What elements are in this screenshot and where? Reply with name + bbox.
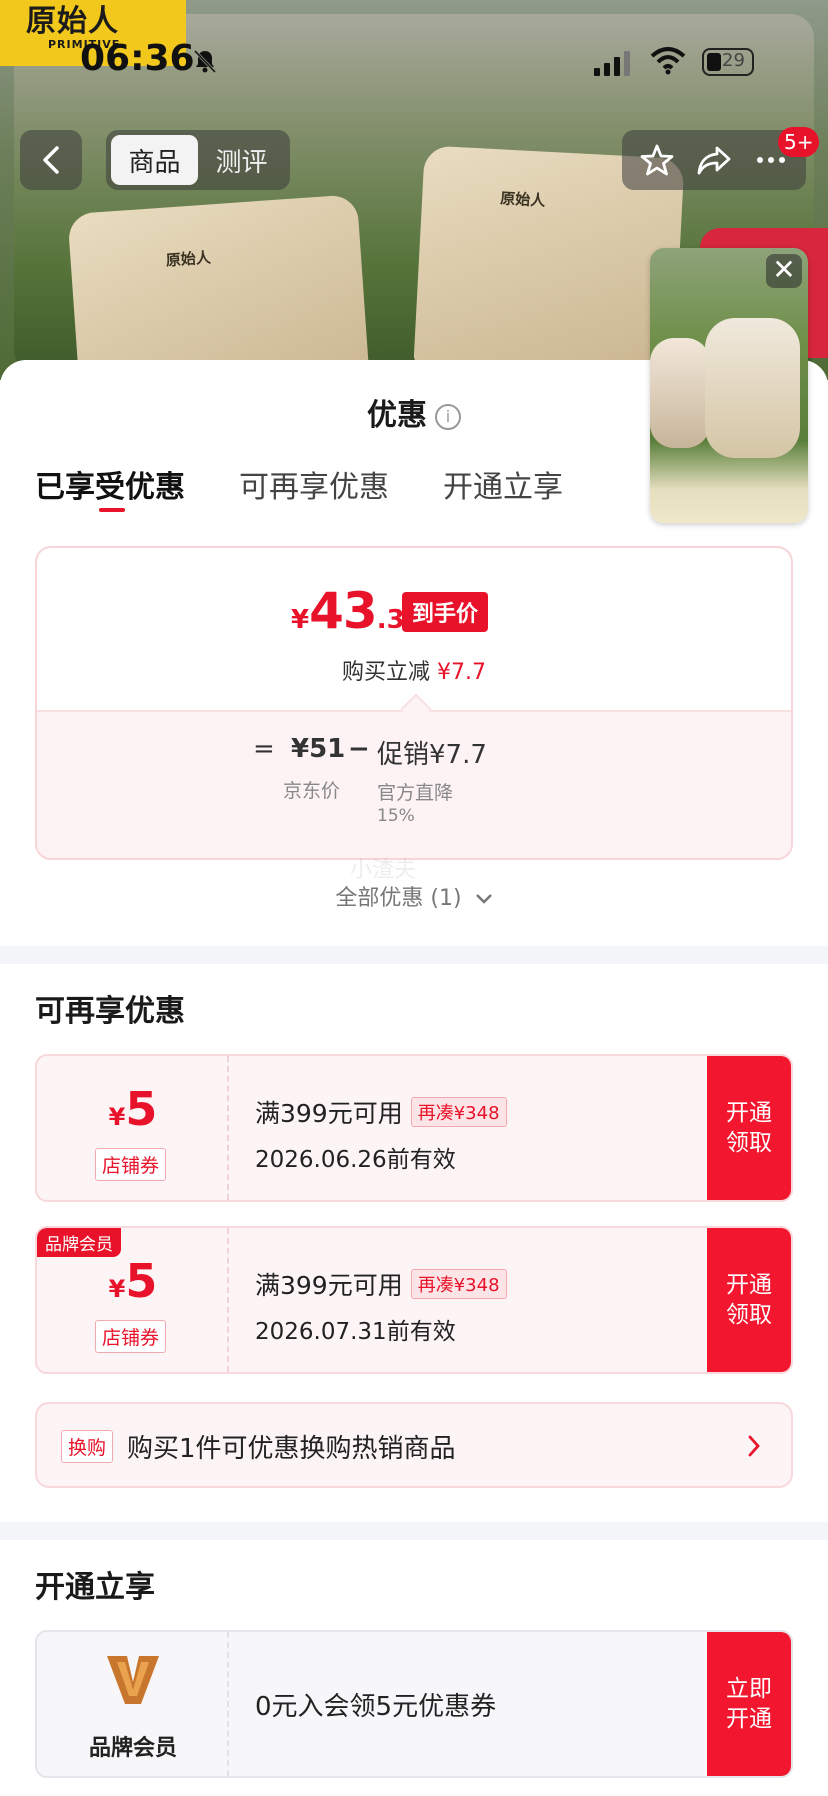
reduction-value: ¥7.7 xyxy=(437,660,486,685)
close-icon[interactable]: ✕ xyxy=(766,254,802,288)
chair-brand-mark: 原始人 xyxy=(499,189,546,210)
brand-member-v-icon xyxy=(107,1656,159,1704)
offers-sheet: 优惠 i 已享受优惠 可再享优惠 开通立享 ¥43.3 到手价 购买立减 ¥7.7… xyxy=(0,360,828,1796)
price-top: ¥43.3 到手价 购买立减 ¥7.7 xyxy=(37,548,791,708)
coupon-card: ¥5 店铺券 满399元可用 再凑¥348 2026.06.26前有效 开通领取 xyxy=(35,1054,793,1202)
coupon-more-needed: 再凑¥348 xyxy=(410,1097,507,1127)
offer-tabs: 已享受优惠 可再享优惠 开通立享 xyxy=(35,462,563,512)
chevron-left-icon xyxy=(43,146,59,174)
coupon-validity: 2026.07.31前有效 xyxy=(255,1319,456,1345)
section-divider xyxy=(0,946,828,964)
chevron-right-icon xyxy=(748,1435,760,1457)
coupon-amount: ¥5 xyxy=(37,1254,229,1308)
chair-brand-mark: 原始人 xyxy=(165,248,212,270)
coupon-kind: 店铺券 xyxy=(95,1320,167,1353)
tab-more-offers[interactable]: 可再享优惠 xyxy=(239,462,389,506)
coupon-amount: ¥5 xyxy=(37,1082,229,1136)
all-offers-label: 全部优惠 (1) xyxy=(335,886,462,911)
member-left: 品牌会员 xyxy=(37,1632,229,1776)
brand-logo-cn: 原始人 xyxy=(26,4,119,39)
promo-percent: 15% xyxy=(377,806,415,826)
sheet-title-text: 优惠 xyxy=(367,398,427,433)
jd-price: ¥51 xyxy=(291,734,346,764)
promo-value: 促销¥7.7 xyxy=(377,740,487,770)
video-figure xyxy=(650,338,710,448)
currency-symbol: ¥ xyxy=(108,1275,126,1303)
section-title-open-enjoy: 开通立享 xyxy=(35,1570,155,1605)
coupon-condition: 满399元可用 再凑¥348 xyxy=(255,1094,507,1130)
status-time: 06:36 xyxy=(80,38,195,79)
floating-video[interactable]: ✕ xyxy=(650,248,808,523)
tab-open-enjoy[interactable]: 开通立享 xyxy=(443,462,563,506)
chevron-down-icon xyxy=(475,894,492,904)
coupon-condition: 满399元可用 再凑¥348 xyxy=(255,1266,507,1302)
instant-reduction: 购买立减 ¥7.7 xyxy=(37,654,791,686)
star-icon[interactable] xyxy=(639,142,675,178)
swap-tag: 换购 xyxy=(61,1430,114,1463)
product-nav-tabs: 商品 测评 xyxy=(106,130,290,190)
tab-enjoyed-offers[interactable]: 已享受优惠 xyxy=(35,462,185,512)
battery-icon: 29 xyxy=(702,48,754,76)
signal-icon xyxy=(594,51,630,76)
coupon-left: 品牌会员 ¥5 店铺券 xyxy=(37,1228,229,1372)
video-figure xyxy=(705,318,800,458)
coupon-validity: 2026.06.26前有效 xyxy=(255,1147,456,1173)
section-divider xyxy=(0,1522,828,1540)
price-decimal: .3 xyxy=(376,605,405,635)
open-claim-button[interactable]: 开通领取 xyxy=(707,1228,791,1372)
currency-symbol: ¥ xyxy=(291,605,310,635)
final-price: ¥43.3 xyxy=(291,582,405,640)
open-claim-button[interactable]: 开通领取 xyxy=(707,1056,791,1200)
coupon-more-needed: 再凑¥348 xyxy=(410,1269,507,1299)
info-icon[interactable]: i xyxy=(435,403,461,430)
all-offers-toggle[interactable]: 全部优惠 (1) xyxy=(0,880,828,912)
member-offer-text: 0元入会领5元优惠券 xyxy=(255,1692,497,1722)
brand-member-flag: 品牌会员 xyxy=(37,1228,121,1257)
message-badge: 5+ xyxy=(778,127,820,157)
coupon-condition-text: 满399元可用 xyxy=(255,1271,403,1300)
coupon-condition-text: 满399元可用 xyxy=(255,1099,403,1128)
member-card: 品牌会员 0元入会领5元优惠券 立即开通 xyxy=(35,1630,793,1778)
currency-symbol: ¥ xyxy=(108,1103,126,1131)
back-button[interactable] xyxy=(20,130,82,190)
chair-left: 原始人 xyxy=(67,194,371,380)
share-icon[interactable] xyxy=(696,142,732,178)
coupon-left: ¥5 店铺券 xyxy=(37,1056,229,1200)
jd-price-label: 京东价 xyxy=(283,780,341,802)
price-breakdown: = ¥51 京东价 − 促销¥7.7 官方直降 15% xyxy=(37,710,791,858)
battery-level: 29 xyxy=(722,50,745,71)
equals-sign: = xyxy=(253,734,275,764)
member-label: 品牌会员 xyxy=(88,1736,177,1761)
coupon-amount-value: 5 xyxy=(125,1082,158,1136)
tab-review[interactable]: 测评 xyxy=(198,135,285,185)
swap-offer[interactable]: 换购 购买1件可优惠换购热销商品 xyxy=(35,1402,793,1488)
coupon-kind: 店铺券 xyxy=(95,1148,167,1181)
promo-label: 官方直降 xyxy=(377,782,454,804)
swap-text: 购买1件可优惠换购热销商品 xyxy=(127,1434,456,1464)
final-price-tag: 到手价 xyxy=(402,592,489,632)
coupon-card: 品牌会员 ¥5 店铺券 满399元可用 再凑¥348 2026.07.31前有效 … xyxy=(35,1226,793,1374)
section-title-more-offers: 可再享优惠 xyxy=(35,994,185,1029)
reduction-label: 购买立减 xyxy=(342,660,431,685)
price-integer: 43 xyxy=(309,582,378,640)
price-card: ¥43.3 到手价 购买立减 ¥7.7 = ¥51 京东价 − 促销¥7.7 官… xyxy=(35,546,793,860)
minus-sign: − xyxy=(348,734,370,764)
tab-product[interactable]: 商品 xyxy=(111,135,198,185)
bell-muted-icon xyxy=(193,49,217,74)
wifi-icon xyxy=(650,47,686,75)
coupon-amount-value: 5 xyxy=(125,1254,158,1308)
open-now-button[interactable]: 立即开通 xyxy=(707,1632,791,1776)
